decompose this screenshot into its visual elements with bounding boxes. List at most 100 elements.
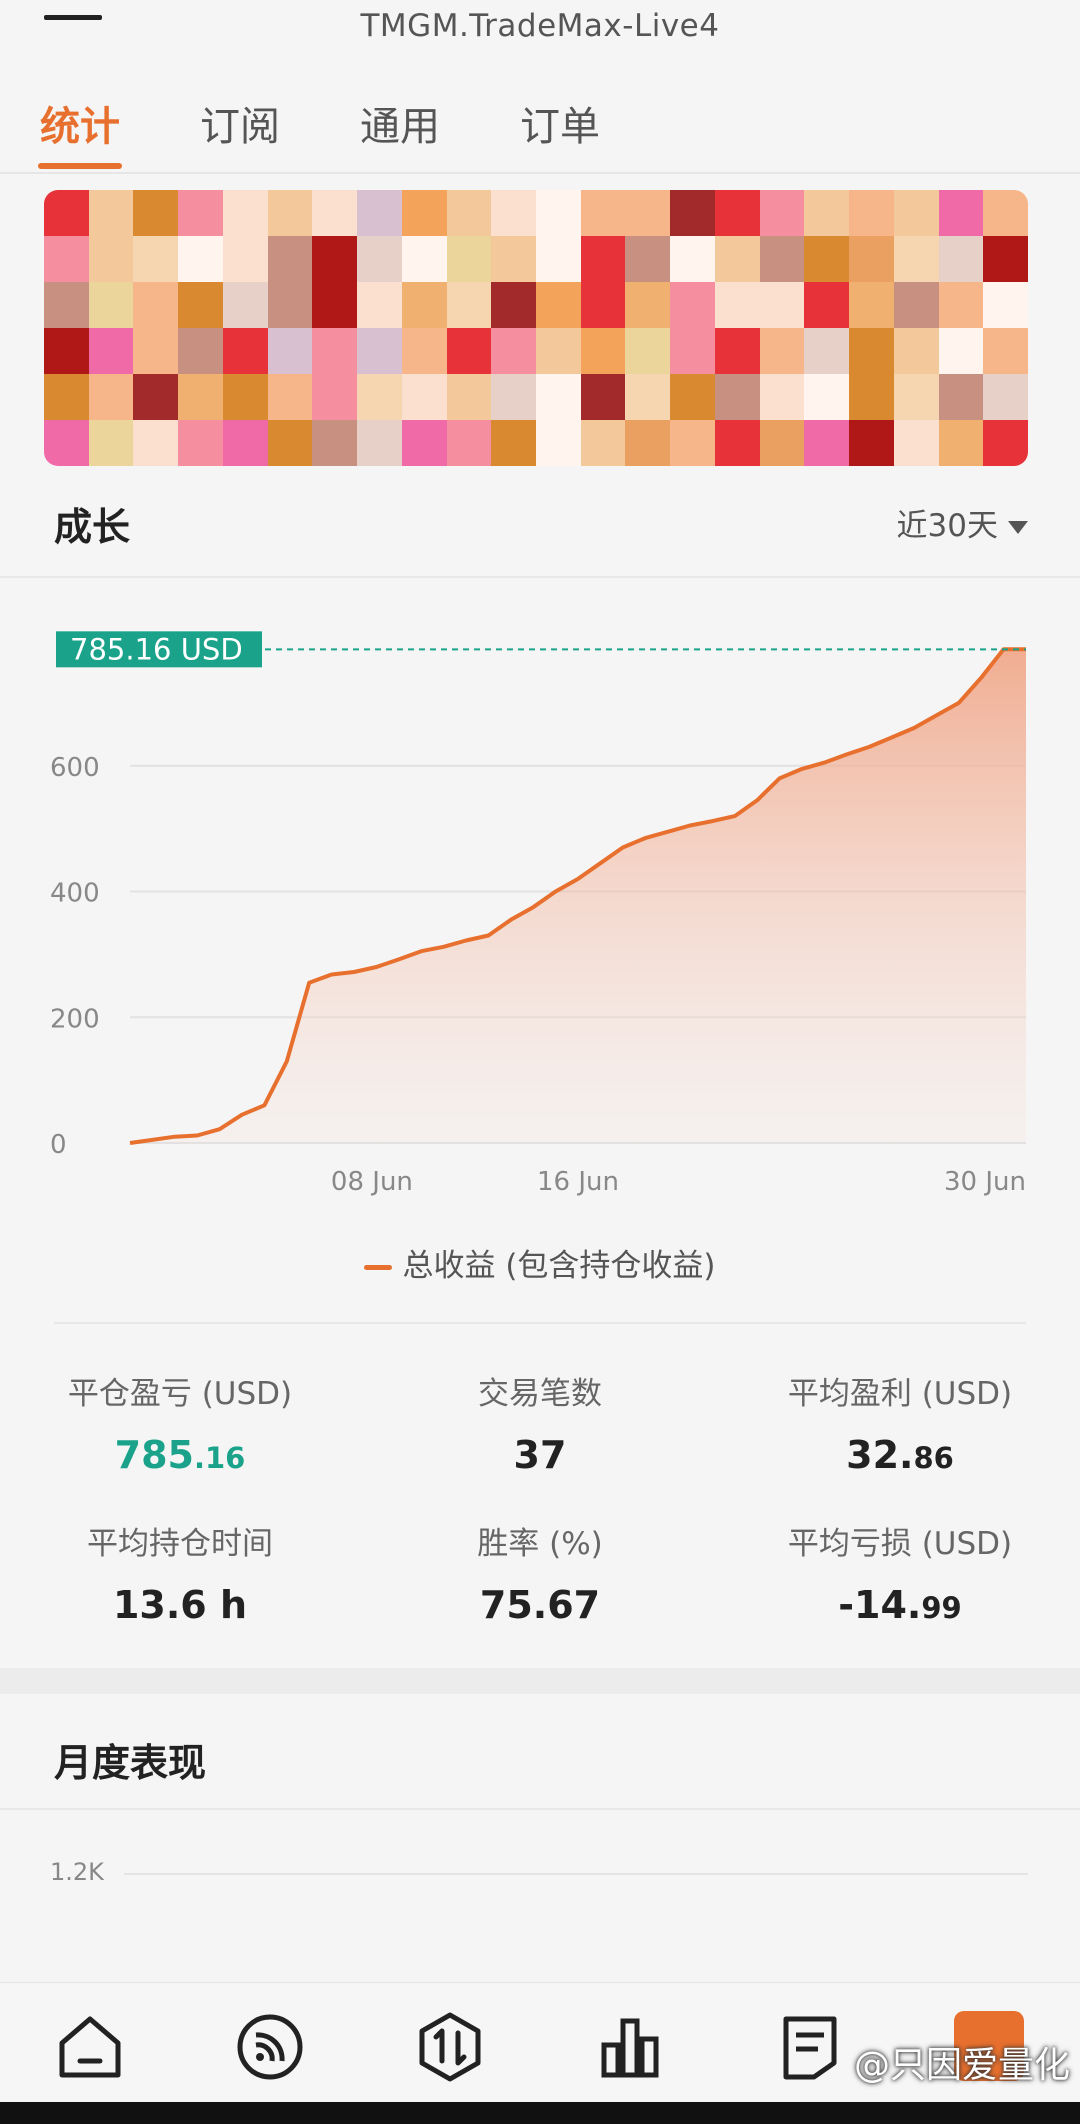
y-tick-label: 600 (50, 753, 100, 783)
mosaic-cell (312, 420, 358, 466)
stat-label: 平均盈利 (USD) (787, 1376, 1013, 1412)
mosaic-cell (938, 236, 984, 282)
mosaic-cell (401, 190, 447, 236)
stat-value: 785.16 (114, 1433, 246, 1477)
mosaic-cell (804, 282, 850, 328)
mosaic-cell (312, 190, 358, 236)
mosaic-cell (133, 190, 179, 236)
mosaic-cell (580, 190, 626, 236)
stat-avg-loss: 平均亏损 (USD) -14.99 (720, 1518, 1080, 1627)
mosaic-cell (983, 282, 1028, 328)
stat-value: 37 (513, 1433, 567, 1477)
mosaic-cell (535, 236, 581, 282)
y-tick-label: 200 (50, 1004, 100, 1034)
mosaic-cell (357, 420, 402, 466)
mosaic-cell (88, 190, 134, 236)
mosaic-cell (88, 282, 134, 328)
mosaic-cell (401, 374, 447, 420)
y-tick-label: 400 (50, 879, 100, 909)
stat-value: 13.6 h (112, 1583, 248, 1627)
mosaic-cell (267, 190, 313, 236)
mosaic-cell (222, 282, 268, 328)
period-dropdown[interactable]: 近30天 (897, 500, 1028, 545)
mosaic-cell (312, 282, 358, 328)
mosaic-cell (491, 282, 536, 328)
mosaic-cell (580, 420, 626, 466)
mosaic-cell (178, 282, 223, 328)
mosaic-cell (535, 328, 581, 374)
mosaic-cell (938, 328, 984, 374)
divider (0, 576, 1080, 578)
mosaic-cell (491, 328, 536, 374)
mosaic-cell (938, 374, 984, 420)
mosaic-cell (580, 374, 626, 420)
trade-icon[interactable] (414, 2011, 486, 2083)
mosaic-cell (267, 282, 313, 328)
current-value-label: 785.16 USD (70, 632, 243, 666)
mosaic-cell (267, 374, 313, 420)
page-title: TMGM.TradeMax-Live4 (360, 8, 720, 44)
monthly-y-tick: 1.2K (50, 1858, 104, 1886)
mosaic-cell (580, 282, 626, 328)
banner-image[interactable] (44, 190, 1028, 466)
mosaic-cell (312, 236, 358, 282)
growth-title: 成长 (54, 505, 131, 549)
mosaic-cell (893, 420, 939, 466)
mosaic-cell (178, 190, 223, 236)
mosaic-cell (401, 420, 447, 466)
mosaic-cell (625, 236, 671, 282)
stat-label: 平均持仓时间 (87, 1526, 273, 1562)
chart-bars-icon[interactable] (594, 2011, 666, 2083)
divider (0, 1808, 1080, 1810)
mosaic-cell (88, 236, 134, 282)
monthly-title: 月度表现 (54, 1741, 207, 1785)
mosaic-cell (357, 374, 402, 420)
mosaic-cell (983, 328, 1028, 374)
chart-legend: 总收益 (包含持仓收益) (0, 1240, 1080, 1285)
tab-general[interactable]: 通用 (360, 94, 440, 152)
mosaic-cell (759, 328, 805, 374)
tab-orders[interactable]: 订单 (520, 94, 600, 152)
tab-subscription[interactable]: 订阅 (200, 94, 280, 152)
mosaic-cell (849, 420, 894, 466)
mosaic-cell (714, 374, 760, 420)
mosaic-cell (938, 190, 984, 236)
mosaic-cell (849, 236, 894, 282)
mosaic-cell (401, 236, 447, 282)
mosaic-cell (357, 328, 402, 374)
home-icon[interactable] (54, 2011, 126, 2083)
feed-icon[interactable] (234, 2011, 306, 2083)
mosaic-cell (178, 420, 223, 466)
mosaic-cell (938, 420, 984, 466)
mosaic-cell (804, 190, 850, 236)
mosaic-cell (222, 328, 268, 374)
tab-statistics[interactable]: 统计 (40, 94, 120, 152)
mosaic-cell (535, 420, 581, 466)
mosaic-cell (357, 282, 402, 328)
mosaic-cell (670, 236, 715, 282)
mosaic-cell (491, 236, 536, 282)
mosaic-cell (670, 282, 715, 328)
growth-area (130, 649, 1026, 1143)
mosaic-cell (625, 282, 671, 328)
mosaic-cell (625, 374, 671, 420)
mosaic-cell (804, 374, 850, 420)
mosaic-cell (849, 328, 894, 374)
mosaic-cell (88, 420, 134, 466)
mosaic-cell (670, 420, 715, 466)
mosaic-cell (670, 374, 715, 420)
mosaic-cell (491, 420, 536, 466)
mosaic-cell (491, 374, 536, 420)
stat-value: 32.86 (846, 1433, 954, 1477)
mosaic-cell (222, 190, 268, 236)
mosaic-cell (44, 374, 89, 420)
mosaic-cell (893, 328, 939, 374)
mosaic-cell (446, 282, 492, 328)
mosaic-cell (625, 190, 671, 236)
x-tick-label: 30 Jun (944, 1167, 1026, 1197)
orders-icon[interactable] (774, 2011, 846, 2083)
mosaic-cell (133, 374, 179, 420)
period-label: 近30天 (896, 508, 998, 544)
mosaic-cell (178, 328, 223, 374)
stat-value: 75.67 (479, 1583, 601, 1627)
